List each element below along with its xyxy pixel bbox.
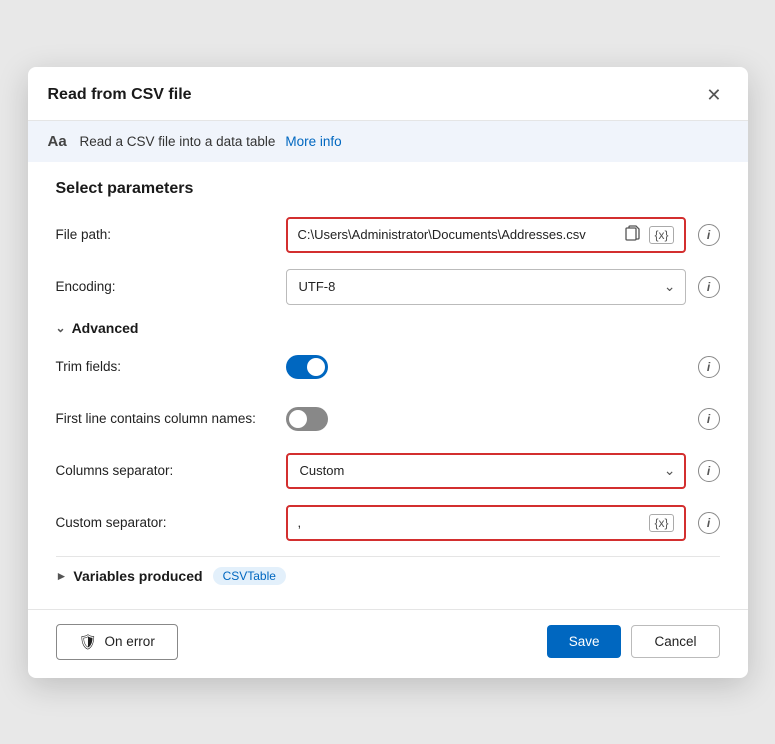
dialog-title: Read from CSV file [48,86,192,104]
file-browse-button[interactable] [623,225,643,245]
custom-separator-label: Custom separator: [56,515,286,530]
custom-separator-wrap: , {x} i [286,505,720,541]
advanced-label: Advanced [72,320,139,336]
trim-fields-row: Trim fields: i [56,348,720,386]
custom-separator-var-icon[interactable]: {x} [649,514,673,532]
first-line-wrap: i [286,407,720,431]
variables-section[interactable]: ► Variables produced CSVTable [56,567,720,585]
variables-chevron-icon: ► [56,569,68,583]
encoding-select-wrap: UTF-8 ASCII UTF-16 Windows-1252 ⌄ [286,269,686,305]
columns-separator-select-wrap: System default Comma Semicolon Tab Custo… [286,453,686,489]
trim-fields-slider [286,355,328,379]
on-error-label: On error [105,634,155,649]
custom-separator-input[interactable]: , {x} [286,505,686,541]
trim-fields-toggle[interactable] [286,355,328,379]
advanced-chevron-icon: ⌄ [56,321,66,335]
file-path-label: File path: [56,227,286,242]
first-line-label: First line contains column names: [56,411,286,426]
divider [56,556,720,557]
first-line-row: First line contains column names: i [56,400,720,438]
columns-separator-wrap: System default Comma Semicolon Tab Custo… [286,453,720,489]
encoding-wrap: UTF-8 ASCII UTF-16 Windows-1252 ⌄ i [286,269,720,305]
save-button[interactable]: Save [547,625,622,658]
variables-label: Variables produced [73,568,202,584]
title-bar: Read from CSV file ✕ [28,67,748,121]
columns-separator-label: Columns separator: [56,463,286,478]
file-path-info-icon[interactable]: i [698,224,720,246]
cancel-button[interactable]: Cancel [631,625,719,658]
columns-separator-info-icon[interactable]: i [698,460,720,482]
file-path-value: C:\Users\Administrator\Documents\Address… [298,227,616,242]
trim-fields-label: Trim fields: [56,359,286,374]
on-error-button[interactable]: 🛡 On error [56,624,178,660]
shield-icon: 🛡 [79,633,98,651]
first-line-info-icon[interactable]: i [698,408,720,430]
encoding-info-icon[interactable]: i [698,276,720,298]
main-content: Select parameters File path: C:\Users\Ad… [28,162,748,603]
advanced-header[interactable]: ⌄ Advanced [56,320,720,336]
info-bar: Aa Read a CSV file into a data table Mor… [28,121,748,162]
first-line-toggle[interactable] [286,407,328,431]
file-path-row: File path: C:\Users\Administrator\Docume… [56,216,720,254]
encoding-select[interactable]: UTF-8 ASCII UTF-16 Windows-1252 [286,269,686,305]
file-path-input[interactable]: C:\Users\Administrator\Documents\Address… [286,217,686,253]
columns-separator-row: Columns separator: System default Comma … [56,452,720,490]
close-button[interactable]: ✕ [700,83,727,108]
file-path-icons: {x} [623,225,673,245]
info-bar-text: Read a CSV file into a data table [80,134,276,149]
footer-left: 🛡 On error [56,624,178,660]
file-path-wrap: C:\Users\Administrator\Documents\Address… [286,217,720,253]
custom-separator-info-icon[interactable]: i [698,512,720,534]
encoding-row: Encoding: UTF-8 ASCII UTF-16 Windows-125… [56,268,720,306]
first-line-slider [286,407,328,431]
variables-badge: CSVTable [213,567,286,585]
footer-right: Save Cancel [547,625,720,658]
custom-separator-value: , [298,515,644,530]
footer: 🛡 On error Save Cancel [28,609,748,678]
variables-header: ► Variables produced [56,568,203,584]
more-info-link[interactable]: More info [285,134,341,149]
section-title: Select parameters [56,180,720,198]
trim-fields-wrap: i [286,355,720,379]
trim-fields-info-icon[interactable]: i [698,356,720,378]
columns-separator-select[interactable]: System default Comma Semicolon Tab Custo… [286,453,686,489]
dialog: Read from CSV file ✕ Aa Read a CSV file … [28,67,748,678]
custom-separator-row: Custom separator: , {x} i [56,504,720,542]
file-var-button[interactable]: {x} [649,226,673,244]
encoding-label: Encoding: [56,279,286,294]
aa-icon: Aa [48,133,70,150]
